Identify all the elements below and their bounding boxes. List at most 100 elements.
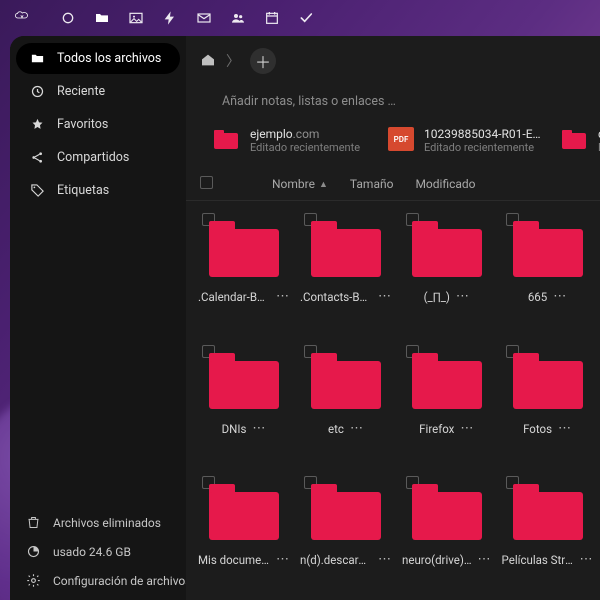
list-header: Nombre▲ Tamaño Modificado bbox=[186, 168, 600, 201]
app-photos-icon[interactable] bbox=[128, 10, 144, 26]
folder-icon bbox=[207, 484, 281, 542]
select-all-checkbox[interactable] bbox=[200, 176, 213, 189]
sidebar-item-tags[interactable]: Etiquetas bbox=[16, 175, 180, 206]
column-modified[interactable]: Modificado bbox=[415, 177, 475, 191]
notes-input[interactable]: Añadir notas, listas o enlaces … bbox=[186, 80, 600, 127]
folder-icon bbox=[309, 221, 383, 279]
folder-label: 665 bbox=[528, 290, 547, 304]
pdf-icon: PDF bbox=[388, 127, 414, 151]
folder-icon bbox=[30, 51, 45, 66]
folder-tile[interactable]: etc ⋯ bbox=[298, 343, 394, 469]
folder-label: .Calendar-Backup bbox=[198, 290, 270, 304]
sidebar-item-label: Reciente bbox=[57, 84, 105, 99]
column-size[interactable]: Tamaño bbox=[350, 177, 394, 191]
folder-tile[interactable]: neuro(drive)…⋯ bbox=[400, 474, 494, 600]
more-actions-icon[interactable]: ⋯ bbox=[460, 424, 474, 434]
settings-label: Configuración de archivos bbox=[53, 574, 191, 588]
folder-tile[interactable]: (_∏_)⋯ bbox=[400, 211, 494, 337]
app-dashboard-icon[interactable] bbox=[60, 10, 76, 26]
folder-label: Películas Stre… bbox=[502, 553, 574, 567]
folder-icon bbox=[562, 127, 588, 149]
folder-icon bbox=[214, 127, 240, 149]
sidebar: Todos los archivos Reciente Favoritos Co… bbox=[10, 36, 186, 600]
folder-icon bbox=[207, 221, 281, 279]
more-actions-icon[interactable]: ⋯ bbox=[553, 292, 567, 302]
more-actions-icon[interactable]: ⋯ bbox=[558, 424, 572, 434]
folder-tile[interactable]: Películas Stre… ⋯ bbox=[500, 474, 596, 600]
recommended-sub: Editado recientemente bbox=[424, 141, 546, 154]
tag-icon bbox=[30, 183, 45, 198]
folder-label: etc bbox=[328, 422, 344, 436]
folder-icon bbox=[207, 353, 281, 411]
sidebar-storage[interactable]: usado 24.6 GB bbox=[10, 537, 186, 566]
more-actions-icon[interactable]: ⋯ bbox=[276, 292, 290, 302]
chevron-right-icon: 〉 bbox=[226, 51, 240, 71]
sidebar-item-label: Favoritos bbox=[57, 117, 108, 132]
file-grid: .Calendar-Backup⋯.Contacts-Backup⋯(_∏_)⋯… bbox=[186, 201, 600, 600]
top-app-bar bbox=[0, 0, 600, 36]
folder-label: DNIs bbox=[222, 422, 247, 436]
more-actions-icon[interactable]: ⋯ bbox=[456, 292, 470, 302]
share-icon bbox=[30, 150, 45, 165]
folder-icon bbox=[309, 484, 383, 542]
breadcrumb: 〉 ＋ bbox=[186, 36, 600, 80]
recommended-name: ejemplo.com bbox=[250, 127, 360, 141]
app-files-icon[interactable] bbox=[94, 10, 110, 26]
storage-label: usado 24.6 GB bbox=[53, 545, 131, 559]
folder-tile[interactable]: .Calendar-Backup ⋯ bbox=[196, 211, 292, 337]
folder-tile[interactable]: n(d).descargas ⋯ bbox=[298, 474, 394, 600]
app-activity-icon[interactable] bbox=[162, 10, 178, 26]
more-actions-icon[interactable]: ⋯ bbox=[276, 555, 290, 565]
content-area: 〉 ＋ Añadir notas, listas o enlaces … eje… bbox=[186, 36, 600, 600]
files-app-window: Todos los archivos Reciente Favoritos Co… bbox=[10, 36, 600, 600]
more-actions-icon[interactable]: ⋯ bbox=[378, 555, 392, 565]
trash-icon bbox=[26, 515, 41, 530]
app-mail-icon[interactable] bbox=[196, 10, 212, 26]
sidebar-settings[interactable]: Configuración de archivos bbox=[10, 566, 186, 600]
breadcrumb-home-icon[interactable] bbox=[200, 52, 216, 71]
sidebar-item-label: Etiquetas bbox=[57, 183, 109, 198]
folder-icon bbox=[410, 484, 484, 542]
folder-tile[interactable]: Mis documen…⋯ bbox=[196, 474, 292, 600]
more-actions-icon[interactable]: ⋯ bbox=[580, 555, 594, 565]
folder-label: Fotos bbox=[523, 422, 552, 436]
sort-asc-icon: ▲ bbox=[319, 179, 328, 190]
folder-icon bbox=[410, 221, 484, 279]
recommended-name: 10239885034-R01-E001….pdf bbox=[424, 127, 546, 141]
recommended-row: ejemplo.com Editado recientemente PDF 10… bbox=[186, 127, 600, 168]
gear-icon bbox=[26, 573, 41, 588]
folder-tile[interactable]: 665 ⋯ bbox=[500, 211, 596, 337]
app-contacts-icon[interactable] bbox=[230, 10, 246, 26]
sidebar-item-favorites[interactable]: Favoritos bbox=[16, 109, 180, 140]
recommended-sub: Editado recientemente bbox=[250, 141, 360, 154]
sidebar-item-recent[interactable]: Reciente bbox=[16, 76, 180, 107]
folder-label: Firefox bbox=[419, 422, 454, 436]
clock-icon bbox=[30, 84, 45, 99]
recommended-item[interactable]: caminoi Editado bbox=[562, 127, 600, 154]
folder-tile[interactable]: Fotos ⋯ bbox=[500, 343, 596, 469]
folder-label: n(d).descargas bbox=[300, 553, 372, 567]
app-tasks-icon[interactable] bbox=[298, 10, 314, 26]
folder-tile[interactable]: DNIs ⋯ bbox=[196, 343, 292, 469]
trash-label: Archivos eliminados bbox=[53, 516, 161, 530]
folder-icon bbox=[309, 353, 383, 411]
sidebar-item-shared[interactable]: Compartidos bbox=[16, 142, 180, 173]
folder-tile[interactable]: .Contacts-Backup⋯ bbox=[298, 211, 394, 337]
folder-icon bbox=[511, 484, 585, 542]
folder-tile[interactable]: Firefox ⋯ bbox=[400, 343, 494, 469]
recommended-item[interactable]: PDF 10239885034-R01-E001….pdf Editado re… bbox=[388, 127, 546, 154]
folder-icon bbox=[410, 353, 484, 411]
app-calendar-icon[interactable] bbox=[264, 10, 280, 26]
more-actions-icon[interactable]: ⋯ bbox=[478, 555, 492, 565]
more-actions-icon[interactable]: ⋯ bbox=[378, 292, 392, 302]
sidebar-trash[interactable]: Archivos eliminados bbox=[10, 508, 186, 537]
sidebar-item-label: Todos los archivos bbox=[57, 51, 161, 66]
sidebar-item-all-files[interactable]: Todos los archivos bbox=[16, 43, 180, 74]
more-actions-icon[interactable]: ⋯ bbox=[350, 424, 364, 434]
sidebar-item-label: Compartidos bbox=[57, 150, 129, 165]
new-button[interactable]: ＋ bbox=[250, 48, 276, 74]
recommended-item[interactable]: ejemplo.com Editado recientemente bbox=[214, 127, 372, 154]
more-actions-icon[interactable]: ⋯ bbox=[252, 424, 266, 434]
pie-icon bbox=[26, 544, 41, 559]
column-name[interactable]: Nombre▲ bbox=[272, 177, 328, 191]
